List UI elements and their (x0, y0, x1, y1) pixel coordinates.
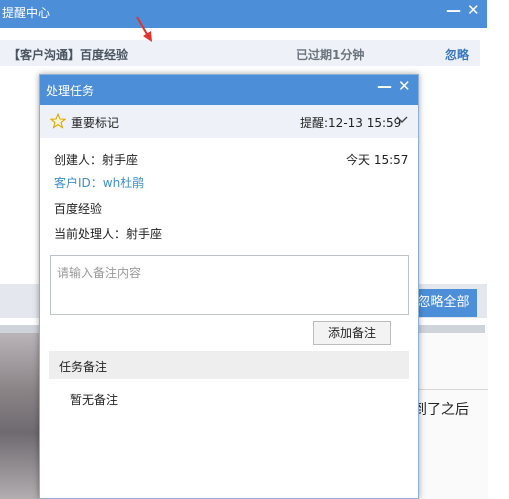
task-notes-label: 任务备注 (59, 360, 108, 374)
dialog-titlebar[interactable]: 处理任务 — ✕ (40, 75, 418, 105)
dialog-title: 处理任务 (46, 84, 95, 98)
background-close-button[interactable]: ✕ (467, 2, 480, 18)
task-title: 百度经验 (54, 202, 103, 216)
background-window-titlebar: 提醒中心 — ✕ (0, 0, 487, 28)
important-mark-label[interactable]: 重要标记 (71, 114, 119, 131)
ignore-all-button[interactable]: 忽略全部 (410, 289, 477, 317)
background-partial-text: 到了之后 (413, 402, 469, 418)
star-icon[interactable] (50, 113, 66, 129)
background-rule (418, 389, 488, 390)
dialog-close-button[interactable]: ✕ (398, 78, 411, 94)
remind-time[interactable]: 提醒:12-13 15:59 (300, 114, 401, 131)
screen: 提醒中心 — ✕ 【客户沟通】百度经验 已过期1分钟 忽略 忽略全部 到了之后 … (0, 0, 509, 499)
reminder-row[interactable]: 【客户沟通】百度经验 已过期1分钟 忽略 (0, 40, 480, 66)
ignore-link[interactable]: 忽略 (445, 46, 469, 63)
dialog-minimize-button[interactable]: — (377, 78, 392, 94)
creator-text: 创建人：射手座 (54, 153, 139, 167)
no-notes-text: 暂无备注 (70, 393, 119, 407)
current-handler: 当前处理人：射手座 (54, 227, 163, 241)
reminder-status: 已过期1分钟 (296, 48, 365, 62)
created-time: 今天 15:57 (346, 153, 409, 167)
background-window-title: 提醒中心 (2, 6, 51, 20)
background-minimize-button[interactable]: — (446, 2, 461, 18)
reminder-title[interactable]: 【客户沟通】百度经验 (8, 46, 128, 63)
dialog-header: 重要标记 提醒:12-13 15:59 (40, 105, 418, 138)
customer-id-link[interactable]: 客户ID：wh杜鹃 (54, 174, 144, 191)
note-input[interactable] (50, 255, 409, 315)
red-arrow-icon (136, 16, 152, 42)
add-note-button[interactable]: 添加备注 (313, 321, 391, 345)
task-notes-header: 任务备注 (49, 351, 409, 379)
chevron-down-icon[interactable] (396, 115, 408, 125)
process-task-dialog: 处理任务 — ✕ 重要标记 提醒:12-13 15:59 创建人：射手座 今天 … (39, 74, 419, 499)
